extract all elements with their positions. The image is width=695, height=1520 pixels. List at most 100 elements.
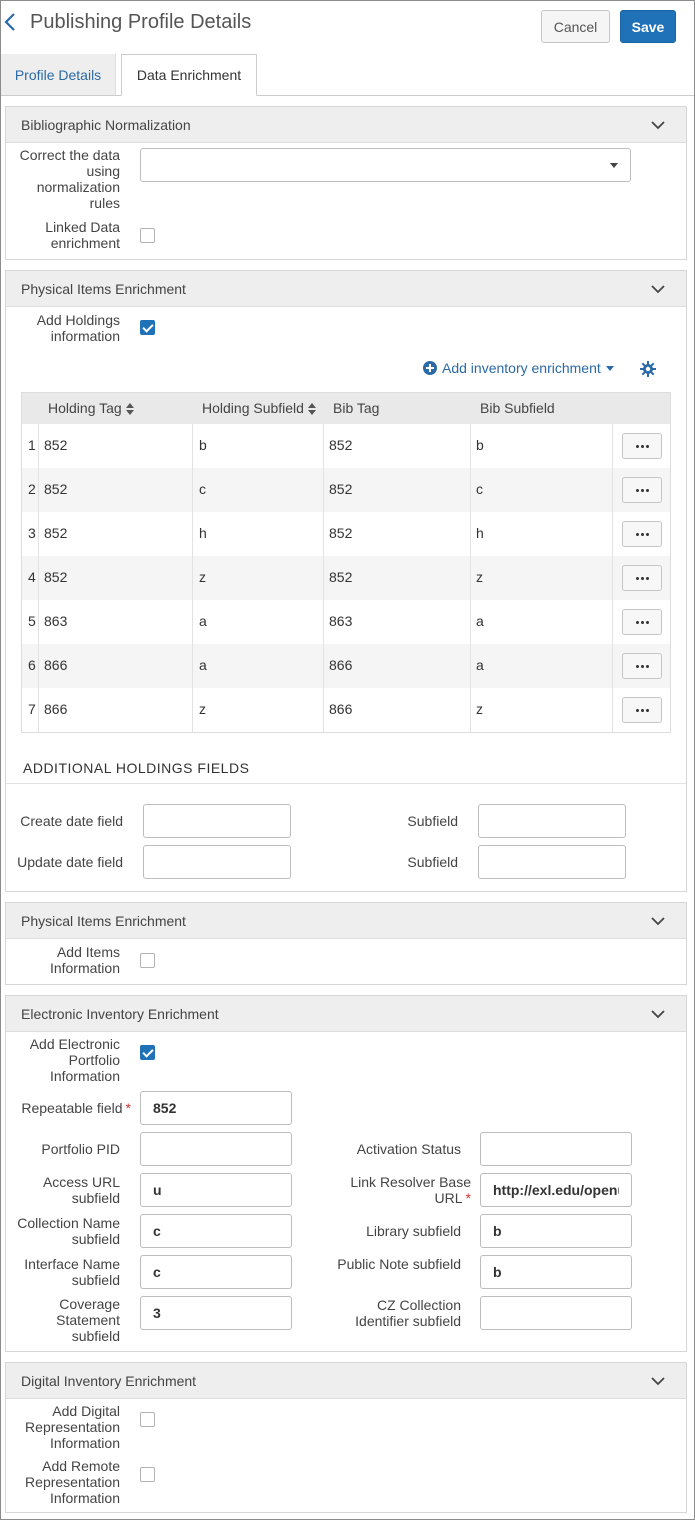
bib-tag-cell: 866 xyxy=(329,701,353,717)
add-portfolio-checkbox[interactable] xyxy=(140,1045,155,1060)
ellipsis-dot xyxy=(645,444,649,448)
column-header-holding-subfield[interactable]: Holding Subfield xyxy=(202,400,316,416)
activation-status-input[interactable] xyxy=(480,1132,632,1166)
page-header: Publishing Profile Details Cancel Save xyxy=(1,1,694,53)
tab-bar: Profile Details Data Enrichment xyxy=(1,54,694,96)
column-header-bib-subfield: Bib Subfield xyxy=(480,400,555,416)
linked-data-checkbox[interactable] xyxy=(140,228,155,243)
ellipsis-dot xyxy=(645,488,649,492)
chevron-down-icon[interactable] xyxy=(650,1006,666,1022)
column-divider xyxy=(470,424,471,468)
table-row: 3 852 h 852 h xyxy=(22,512,670,556)
update-subfield-input[interactable] xyxy=(478,845,626,879)
ellipsis-dot xyxy=(640,576,644,580)
sort-icon xyxy=(307,403,316,416)
column-divider xyxy=(470,644,471,688)
repeatable-field-text: Repeatable field xyxy=(21,1100,123,1116)
public-note-input[interactable] xyxy=(480,1255,632,1289)
holding-subfield-cell: h xyxy=(199,525,207,541)
section-header[interactable]: Physical Items Enrichment xyxy=(6,903,686,939)
column-divider xyxy=(192,600,193,644)
gear-icon[interactable] xyxy=(640,361,656,377)
chevron-down-icon[interactable] xyxy=(650,281,666,297)
collection-name-input[interactable] xyxy=(140,1214,292,1248)
section-title: Physical Items Enrichment xyxy=(21,913,186,929)
add-items-checkbox[interactable] xyxy=(140,953,155,968)
column-divider xyxy=(612,644,613,688)
column-divider xyxy=(470,688,471,732)
coverage-statement-input[interactable] xyxy=(140,1296,292,1330)
holding-tag-cell: 866 xyxy=(44,701,68,717)
update-subfield-label: Subfield xyxy=(407,854,458,870)
row-actions-button[interactable] xyxy=(622,433,662,459)
column-header-bib-tag: Bib Tag xyxy=(333,400,380,416)
column-divider xyxy=(323,644,324,688)
column-divider xyxy=(470,556,471,600)
table-row: 1 852 b 852 b xyxy=(22,424,670,468)
column-divider xyxy=(612,556,613,600)
access-url-input[interactable] xyxy=(140,1173,292,1207)
add-digital-checkbox[interactable] xyxy=(140,1412,155,1427)
update-date-input[interactable] xyxy=(143,845,291,879)
ellipsis-dot xyxy=(635,444,639,448)
save-button[interactable]: Save xyxy=(620,10,676,43)
cancel-button[interactable]: Cancel xyxy=(541,10,610,43)
holding-tag-cell: 852 xyxy=(44,481,68,497)
bib-subfield-cell: c xyxy=(476,481,483,497)
column-divider xyxy=(323,512,324,556)
tab-data-enrichment[interactable]: Data Enrichment xyxy=(121,54,257,96)
ellipsis-dot xyxy=(640,708,644,712)
column-divider xyxy=(38,556,39,600)
add-holdings-checkbox[interactable] xyxy=(140,320,155,335)
column-divider xyxy=(470,468,471,512)
column-divider xyxy=(612,424,613,468)
holding-tag-cell: 852 xyxy=(44,437,68,453)
column-header-holding-tag[interactable]: Holding Tag xyxy=(48,400,134,416)
row-actions-button[interactable] xyxy=(622,477,662,503)
bib-tag-cell: 863 xyxy=(329,613,353,629)
tab-profile-details[interactable]: Profile Details xyxy=(1,54,116,95)
additional-holdings-heading: ADDITIONAL HOLDINGS FIELDS xyxy=(23,760,250,776)
collection-name-label: Collection Name subfield xyxy=(17,1215,120,1247)
holdings-enrichment-table: Holding Tag Holding Subfield Bib Tag Bib… xyxy=(21,392,671,733)
link-resolver-text: Link Resolver Base URL xyxy=(350,1174,471,1206)
section-header[interactable]: Bibliographic Normalization xyxy=(6,107,686,143)
divider xyxy=(6,783,686,784)
library-subfield-input[interactable] xyxy=(480,1214,632,1248)
row-actions-button[interactable] xyxy=(622,697,662,723)
table-row: 6 866 a 866 a xyxy=(22,644,670,688)
chevron-down-icon[interactable] xyxy=(650,913,666,929)
row-actions-button[interactable] xyxy=(622,653,662,679)
column-divider xyxy=(470,512,471,556)
chevron-down-icon[interactable] xyxy=(650,1373,666,1389)
bib-subfield-cell: h xyxy=(476,525,484,541)
create-date-input[interactable] xyxy=(143,804,291,838)
link-resolver-input[interactable] xyxy=(480,1173,632,1207)
chevron-down-icon[interactable] xyxy=(650,117,666,133)
column-header-label: Holding Subfield xyxy=(202,400,304,416)
portfolio-pid-input[interactable] xyxy=(140,1132,292,1166)
holding-tag-cell: 863 xyxy=(44,613,68,629)
section-physical-holdings: Physical Items Enrichment Add Holdings i… xyxy=(5,270,687,892)
row-actions-button[interactable] xyxy=(622,609,662,635)
section-header[interactable]: Digital Inventory Enrichment xyxy=(6,1363,686,1399)
create-subfield-input[interactable] xyxy=(478,804,626,838)
bib-tag-cell: 852 xyxy=(329,437,353,453)
interface-name-input[interactable] xyxy=(140,1255,292,1289)
interface-name-label: Interface Name subfield xyxy=(24,1256,120,1288)
add-remote-checkbox[interactable] xyxy=(140,1467,155,1482)
back-chevron-icon[interactable] xyxy=(3,11,19,33)
ellipsis-dot xyxy=(640,444,644,448)
add-inventory-enrichment-link[interactable]: Add inventory enrichment xyxy=(423,360,614,376)
section-header[interactable]: Electronic Inventory Enrichment xyxy=(6,996,686,1032)
repeatable-field-input[interactable] xyxy=(140,1091,292,1125)
row-actions-button[interactable] xyxy=(622,565,662,591)
portfolio-pid-label: Portfolio PID xyxy=(41,1141,120,1157)
add-portfolio-label: Add Electronic Portfolio Information xyxy=(29,1036,120,1084)
normalization-rules-select[interactable] xyxy=(140,148,631,182)
cz-collection-input[interactable] xyxy=(480,1296,632,1330)
add-digital-label: Add Digital Representation Information xyxy=(25,1403,120,1451)
section-header[interactable]: Physical Items Enrichment xyxy=(6,271,686,307)
row-actions-button[interactable] xyxy=(622,521,662,547)
holding-subfield-cell: a xyxy=(199,657,207,673)
